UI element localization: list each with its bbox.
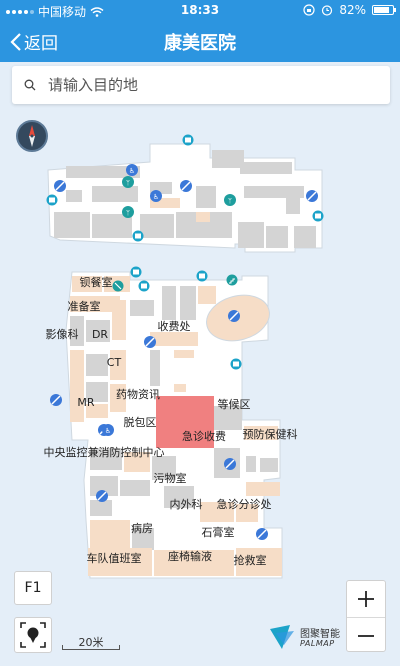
elevator-icon[interactable] <box>46 194 58 206</box>
plus-icon <box>358 591 374 607</box>
room-label-rescue: 抢救室 <box>234 553 267 567</box>
page-title: 康美医院 <box>164 33 236 54</box>
upper-building <box>47 143 323 253</box>
indoor-map[interactable]: ♿ ♿ ♿ ᛘ ᛘ ᛘ 钡餐室 准备室 影像科 DR 收费处 CT MR 药物资… <box>0 108 400 666</box>
stairs-icon[interactable] <box>226 274 238 286</box>
restroom-icon[interactable]: ♿ <box>102 424 114 436</box>
room-label-drug-info: 药物资讯 <box>116 387 160 401</box>
no-entry-icon[interactable] <box>54 180 66 192</box>
lock-rotation-icon <box>303 4 315 16</box>
battery-percent: 82% <box>339 3 366 17</box>
elevator-icon[interactable] <box>132 230 144 242</box>
floor-label: F1 <box>24 580 42 596</box>
svg-text:ᛘ: ᛘ <box>228 197 232 205</box>
room-label-dirt-room: 污物室 <box>154 471 187 485</box>
room-label-ct: CT <box>107 356 122 369</box>
room-label-triage: 急诊分诊处 <box>217 497 272 511</box>
no-entry-icon[interactable] <box>96 490 108 502</box>
svg-text:ᛘ: ᛘ <box>126 209 130 217</box>
map-scale: 20米 <box>62 634 120 652</box>
elevator-icon[interactable] <box>230 358 242 370</box>
restroom-icon[interactable]: ᛘ <box>122 176 134 188</box>
room-label-internal-surgery: 内外科 <box>170 497 203 511</box>
nav-bar: 返回 康美医院 <box>0 20 400 62</box>
brand-name-en: PALMAP <box>300 639 335 648</box>
no-entry-icon[interactable] <box>228 310 240 322</box>
room-label-fleet-duty: 车队值班室 <box>87 551 142 565</box>
elevator-icon[interactable] <box>130 266 142 278</box>
restroom-icon[interactable]: ᛘ <box>122 206 134 218</box>
room-label-ward: 病房 <box>131 521 153 535</box>
floor-selector-button[interactable]: F1 <box>14 571 52 605</box>
elevator-icon[interactable] <box>312 210 324 222</box>
zoom-out-button[interactable] <box>347 617 385 653</box>
svg-text:♿: ♿ <box>153 193 159 201</box>
alarm-icon <box>322 5 333 16</box>
room-label-imaging: 影像科 <box>46 327 79 341</box>
battery-icon <box>372 5 396 15</box>
no-entry-icon[interactable] <box>256 528 268 540</box>
brand-logo: 图聚智能 PALMAP <box>268 623 342 653</box>
no-entry-icon[interactable] <box>224 458 236 470</box>
restroom-icon[interactable]: ᛘ <box>224 194 236 206</box>
room-label-barium-meal: 钡餐室 <box>80 275 113 289</box>
scale-bar <box>62 645 120 650</box>
no-entry-icon[interactable] <box>306 190 318 202</box>
room-label-infusion: 座椅输液 <box>168 549 212 563</box>
palmap-logo-icon <box>270 625 294 649</box>
room-label-unpack-area: 脱包区 <box>124 415 157 429</box>
room-label-mr: MR <box>77 396 94 409</box>
room-label-dr: DR <box>92 328 108 341</box>
no-entry-icon[interactable] <box>180 180 192 192</box>
room-label-cashier: 收费处 <box>158 319 191 333</box>
search-bar[interactable] <box>12 66 390 104</box>
no-entry-icon[interactable] <box>50 394 62 406</box>
restroom-icon[interactable]: ♿ <box>126 164 138 176</box>
room-label-control-center: 中央监控兼消防控制中心 <box>44 445 165 459</box>
room-label-waiting: 等候区 <box>218 397 251 411</box>
svg-text:♿: ♿ <box>105 427 111 435</box>
elevator-icon[interactable] <box>138 280 150 292</box>
status-bar: 中国移动 18:33 82% <box>0 0 400 20</box>
no-entry-icon[interactable] <box>144 336 156 348</box>
elevator-icon[interactable] <box>182 134 194 146</box>
locate-button[interactable] <box>14 617 52 653</box>
room-label-plaster: 石膏室 <box>202 525 235 539</box>
compass-icon[interactable] <box>16 120 48 152</box>
restroom-icon[interactable]: ♿ <box>150 190 162 202</box>
location-pin-icon <box>20 622 46 648</box>
search-input[interactable] <box>48 76 368 94</box>
escalator-icon[interactable] <box>112 280 124 292</box>
lower-building <box>65 271 283 579</box>
zoom-controls <box>346 580 386 652</box>
search-icon <box>24 79 36 91</box>
room-label-preventive-care: 预防保健科 <box>243 427 298 441</box>
elevator-icon[interactable] <box>196 270 208 282</box>
svg-text:♿: ♿ <box>129 167 135 175</box>
zoom-in-button[interactable] <box>347 581 385 617</box>
room-label-prep: 准备室 <box>68 299 101 313</box>
minus-icon <box>358 634 374 637</box>
brand-name-cn: 图聚智能 <box>300 629 340 640</box>
map-canvas[interactable]: ♿ ♿ ♿ ᛘ ᛘ ᛘ 钡餐室 准备室 影像科 DR 收费处 CT MR 药物资… <box>0 108 400 666</box>
svg-text:ᛘ: ᛘ <box>126 179 130 187</box>
room-label-er-cashier: 急诊收费 <box>182 429 226 443</box>
